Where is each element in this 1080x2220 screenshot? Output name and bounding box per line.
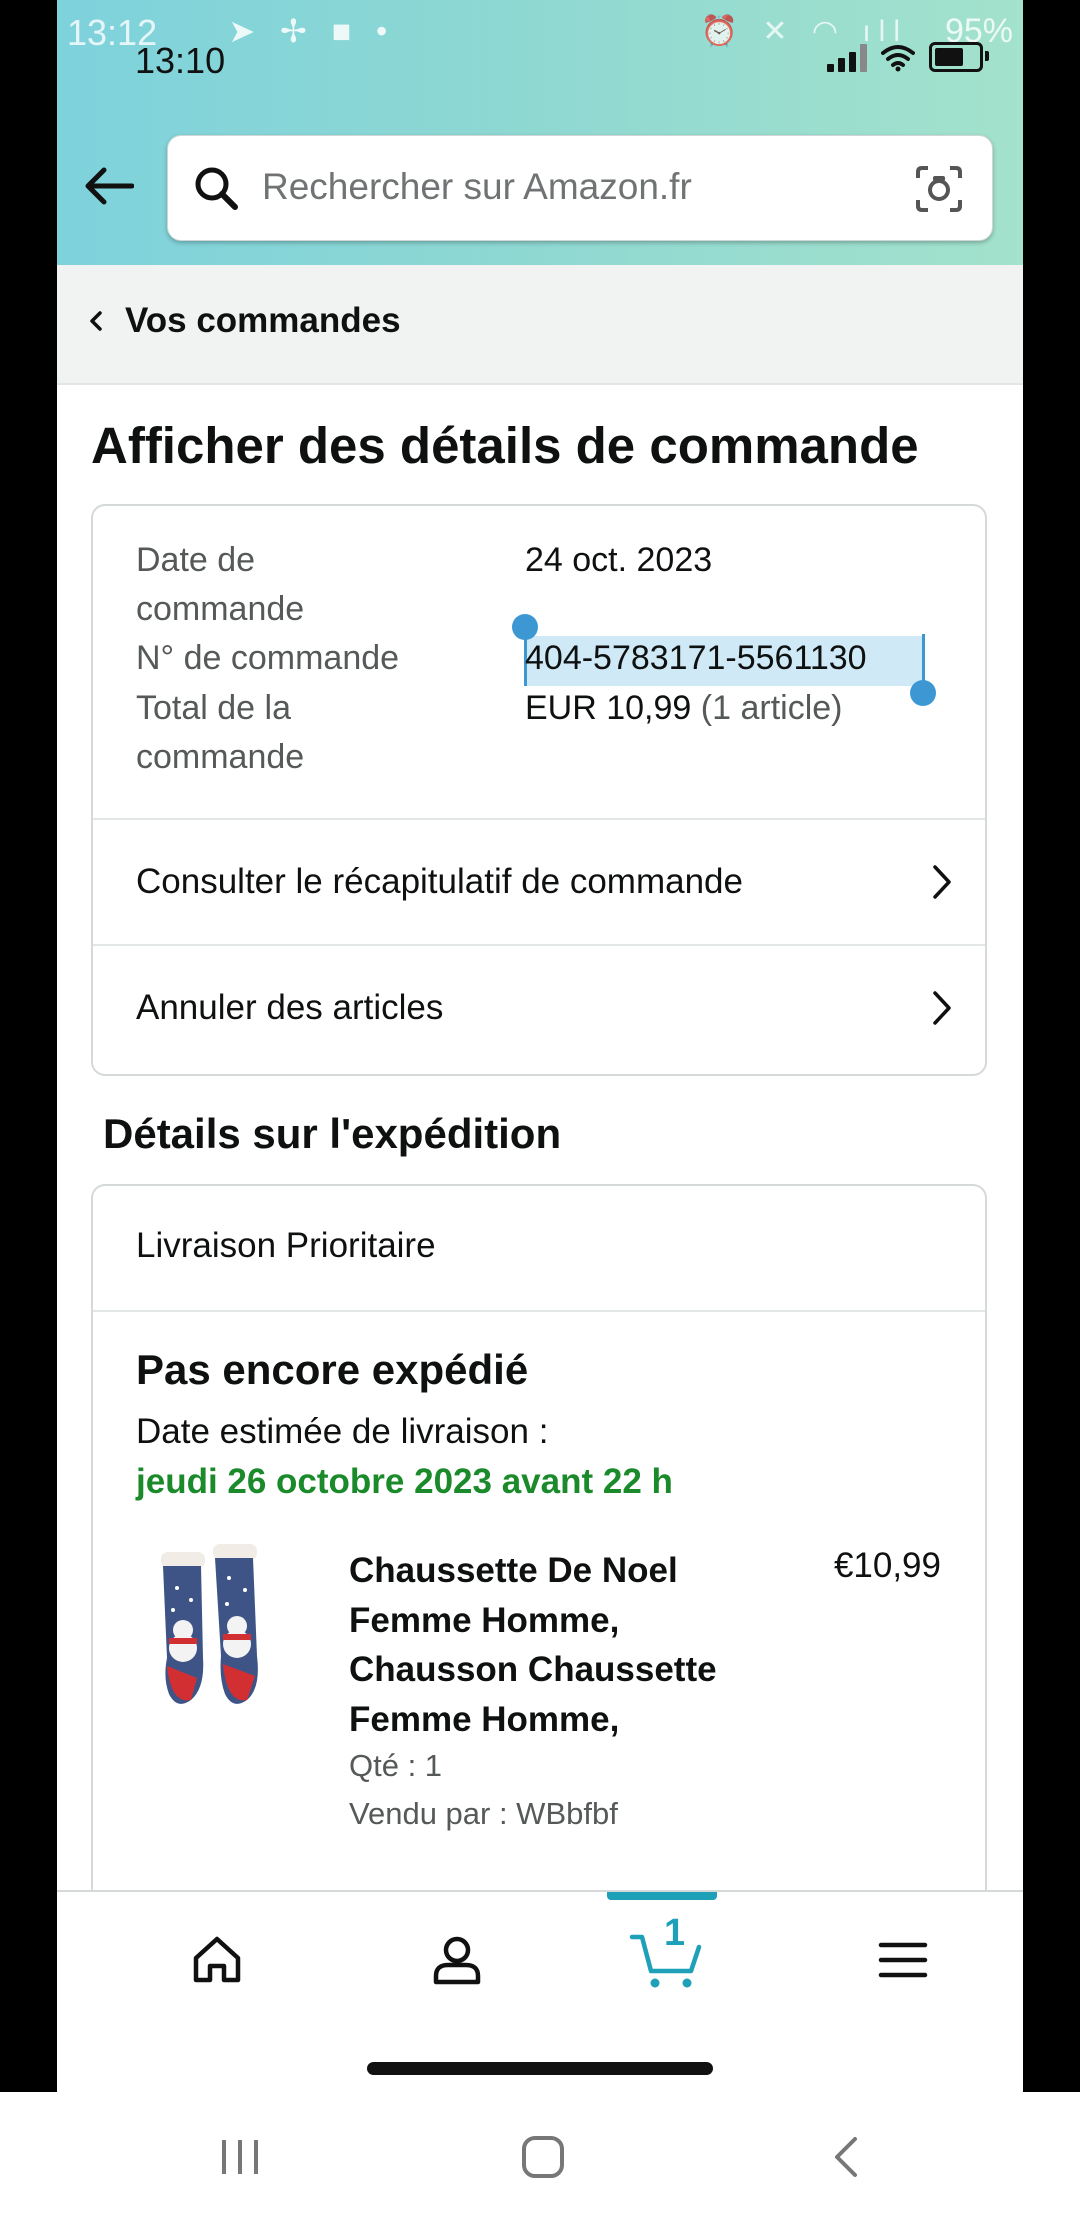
order-summary-card: Date de commande 24 oct. 2023 N° de comm… bbox=[91, 504, 987, 1076]
order-total-label: Total de la commande bbox=[136, 689, 305, 776]
nav-menu[interactable] bbox=[863, 1920, 943, 2000]
account-icon bbox=[433, 1936, 481, 1985]
order-total-items: (1 article) bbox=[700, 689, 843, 727]
menu-icon bbox=[878, 1942, 928, 1978]
chevron-right-icon bbox=[933, 865, 951, 899]
active-tab-indicator bbox=[607, 1892, 717, 1900]
cancel-items-link[interactable]: Annuler des articles bbox=[93, 946, 985, 1070]
search-bar[interactable]: Rechercher sur Amazon.fr bbox=[167, 135, 993, 241]
product-quantity: Qté : 1 bbox=[349, 1748, 443, 1783]
divider bbox=[93, 1310, 985, 1312]
wifi-icon bbox=[881, 45, 915, 72]
page-title: Afficher des détails de commande bbox=[91, 417, 919, 474]
recent-apps-icon[interactable] bbox=[210, 2132, 270, 2182]
order-date-label: Date de commande bbox=[136, 541, 305, 628]
status-icons bbox=[827, 42, 989, 72]
search-icon bbox=[195, 167, 238, 210]
camera-search-icon[interactable] bbox=[914, 164, 964, 214]
home-button-icon[interactable] bbox=[513, 2132, 573, 2182]
breadcrumb-your-orders[interactable]: Vos commandes bbox=[89, 301, 401, 341]
shipment-status: Pas encore expédié bbox=[136, 1346, 529, 1393]
signal-icon bbox=[827, 42, 867, 72]
product-title[interactable]: Chaussette De Noel Femme Homme, Chausson… bbox=[349, 1546, 749, 1744]
bottom-navigation: 1 bbox=[57, 1890, 1023, 2092]
status-time: 13:10 bbox=[135, 40, 226, 81]
cart-count: 1 bbox=[664, 1912, 686, 1954]
battery-icon bbox=[929, 42, 989, 72]
chevron-left-icon bbox=[90, 311, 102, 331]
shipping-type: Livraison Prioritaire bbox=[136, 1226, 436, 1265]
product-price: €10,99 bbox=[833, 1546, 941, 1585]
order-total-value: EUR 10,99 bbox=[525, 689, 692, 727]
nav-cart[interactable]: 1 bbox=[622, 1912, 712, 2000]
nav-home[interactable] bbox=[177, 1920, 257, 2000]
shipment-card: Livraison Prioritaire Pas encore expédié… bbox=[91, 1184, 987, 1944]
phone-screen: 13:12 ➤ ✢ ■ • ⏰ ✕ ◠ ıll 95% 13:10 Recher… bbox=[57, 0, 1023, 2092]
order-number-label: N° de commande bbox=[136, 639, 400, 677]
order-number-value[interactable]: 404-5783171-5561130 bbox=[525, 634, 867, 683]
system-back-icon[interactable] bbox=[816, 2132, 876, 2182]
home-icon bbox=[193, 1936, 241, 1983]
order-summary-link[interactable]: Consulter le récapitulatif de commande bbox=[93, 820, 985, 944]
delivery-estimate-date: jeudi 26 octobre 2023 avant 22 h bbox=[136, 1462, 673, 1501]
shipping-section-title: Détails sur l'expédition bbox=[103, 1110, 562, 1157]
selection-end-handle[interactable] bbox=[910, 680, 936, 706]
order-date-value: 24 oct. 2023 bbox=[525, 541, 713, 579]
chevron-right-icon bbox=[933, 991, 951, 1025]
breadcrumb-label: Vos commandes bbox=[125, 301, 401, 340]
order-total: EUR 10,99 (1 article) bbox=[525, 684, 842, 733]
system-navigation-bar bbox=[0, 2092, 1080, 2220]
product-seller: Vendu par : WBbfbf bbox=[349, 1796, 618, 1831]
nav-account[interactable] bbox=[417, 1920, 497, 2000]
search-input[interactable]: Rechercher sur Amazon.fr bbox=[262, 166, 692, 208]
gesture-home-indicator[interactable] bbox=[367, 2062, 713, 2075]
product-image[interactable] bbox=[147, 1538, 287, 1718]
header: 13:12 ➤ ✢ ■ • ⏰ ✕ ◠ ıll 95% 13:10 Recher… bbox=[57, 0, 1023, 265]
delivery-estimate-label: Date estimée de livraison : bbox=[136, 1412, 549, 1451]
breadcrumb-bar: Vos commandes bbox=[57, 265, 1023, 385]
order-summary-link-label: Consulter le récapitulatif de commande bbox=[136, 862, 743, 901]
cancel-items-link-label: Annuler des articles bbox=[136, 988, 444, 1027]
back-arrow-icon[interactable] bbox=[83, 160, 135, 212]
